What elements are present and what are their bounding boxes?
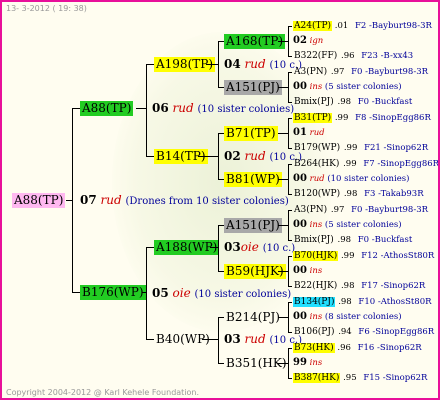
leaf-dam[interactable]: B134(PJ) [293, 297, 336, 307]
gen1-mating: 05 oie (10 sister colonies) [152, 286, 292, 300]
leaf-dam[interactable]: A3(PN) [293, 205, 328, 215]
gen2-mating: 03oie (10 c.) [224, 240, 296, 254]
copyright: Copyright 2004-2012 @ Karl Kehele Founda… [6, 388, 200, 397]
leaf-mating-row: 01 rud [293, 127, 325, 138]
leaf-mating-row: 00 ins (5 sister colonies) [293, 81, 402, 92]
leaf-sire-row: B387(HK) .95 F15 -Sinop62R [293, 373, 428, 383]
leaf-sire[interactable]: B106(PJ) [293, 327, 335, 337]
leaf-dam[interactable]: B70(HJK) [293, 251, 339, 261]
leaf-sire[interactable]: Bmix(PJ) [293, 97, 335, 107]
leaf-sire[interactable]: B22(HJK) [293, 281, 338, 291]
gen1-node[interactable]: A88(TP) [80, 101, 134, 116]
gen3-node[interactable]: B81(WP) [224, 172, 282, 187]
leaf-dam-row: B134(PJ) .98 F10 -AthosSt80R [293, 297, 432, 307]
gen3-node[interactable]: A151(PJ) [224, 218, 282, 233]
leaf-mating-row: 02 ign [293, 35, 324, 46]
gen3-node[interactable]: B214(PJ) [224, 310, 282, 325]
leaf-mating-row: 00 ins [293, 265, 323, 276]
leaf-dam[interactable]: A3(PN) [293, 67, 328, 77]
leaf-dam-row: B73(HK) .96 F16 -Sinop62R [293, 343, 422, 353]
root-mating: 07 rud (Drones from 10 sister colonies) [80, 193, 289, 207]
root-num: 07 [80, 193, 97, 207]
leaf-sire[interactable]: B120(WP) [293, 189, 341, 199]
gen2-mating: 04 rud (10 c.) [224, 57, 303, 71]
leaf-dam-row: A24(TP) .01 F2 -Bayburt98-3R [293, 21, 432, 31]
leaf-mating-row: 00 ins (5 sister colonies) [293, 219, 402, 230]
leaf-dam[interactable]: B31(TP) [293, 113, 333, 123]
leaf-dam-row: B70(HJK) .99 F12 -AthosSt80R [293, 251, 435, 261]
leaf-sire[interactable]: B179(WP) [293, 143, 341, 153]
leaf-dam-row: A3(PN) .97 F0 -Bayburt98-3R [293, 67, 429, 77]
leaf-sire-row: B179(WP) .99 F21 -Sinop62R [293, 143, 429, 153]
leaf-dam[interactable]: B264(HK) [293, 159, 340, 169]
leaf-sire[interactable]: B322(FF) [293, 51, 338, 61]
leaf-sire-row: B22(HJK) .98 F17 -Sinop62R [293, 281, 426, 291]
root-note: (Drones from 10 sister colonies) [125, 196, 289, 207]
leaf-sire-row: B322(FF) .96 F23 -B-xx43 [293, 51, 414, 61]
gen3-node[interactable]: B59(HJK) [224, 264, 286, 279]
leaf-sire[interactable]: Bmix(PJ) [293, 235, 335, 245]
leaf-mating-row: 00 ins (8 sister colonies) [293, 311, 402, 322]
gen3-node[interactable]: A151(PJ) [224, 80, 282, 95]
pedigree-frame: 13- 3-2012 ( 19: 38) Copyright 2004-2012… [0, 0, 440, 400]
leaf-dam-row: B31(TP) .99 F8 -SinopEgg86R [293, 113, 431, 123]
root-node[interactable]: A88(TP) [12, 193, 66, 208]
leaf-sire-row: Bmix(PJ) .98 F0 -Buckfast [293, 235, 413, 245]
leaf-dam-row: B264(HK) .99 F7 -SinopEgg86R [293, 159, 440, 169]
leaf-sire-row: B106(PJ) .94 F6 -SinopEgg86R [293, 327, 435, 337]
leaf-dam-row: A3(PN) .97 F0 -Bayburt98-3R [293, 205, 429, 215]
gen3-node[interactable]: A168(TP) [224, 34, 286, 49]
leaf-sire-row: Bmix(PJ) .98 F0 -Buckfast [293, 97, 413, 107]
leaf-dam[interactable]: B73(HK) [293, 343, 335, 353]
timestamp: 13- 3-2012 ( 19: 38) [6, 4, 87, 13]
leaf-sire-row: B120(WP) .98 F3 -Takab93R [293, 189, 424, 199]
leaf-mating-row: 99 ins [293, 357, 323, 368]
gen1-node[interactable]: B176(WP) [80, 285, 146, 300]
gen1-mating: 06 rud (10 sister colonies) [152, 101, 295, 115]
gen3-node[interactable]: B71(TP) [224, 126, 278, 141]
root-rud: rud [100, 193, 122, 207]
leaf-sire[interactable]: B387(HK) [293, 373, 341, 383]
leaf-dam[interactable]: A24(TP) [293, 21, 333, 31]
gen2-mating: 02 rud (10 c.) [224, 149, 303, 163]
gen2-mating: 03 rud (10 c.) [224, 332, 303, 346]
leaf-mating-row: 00 rud (10 sister colonies) [293, 173, 410, 184]
